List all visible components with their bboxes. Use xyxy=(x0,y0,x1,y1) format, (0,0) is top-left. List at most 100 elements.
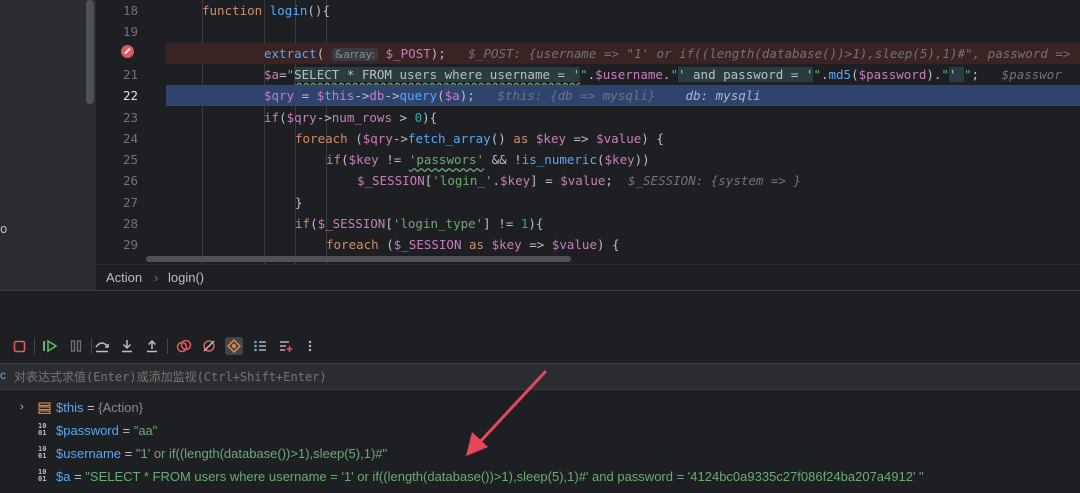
variable: $_SESSION xyxy=(393,237,462,253)
frames-icon[interactable] xyxy=(251,337,269,355)
variable: $value xyxy=(551,237,597,253)
string-literal: 'login_' xyxy=(432,173,493,189)
punctuation: ){ xyxy=(422,109,438,125)
editor-horizontal-scrollbar[interactable] xyxy=(146,256,571,262)
pause-icon[interactable] xyxy=(67,337,85,355)
keyword: as xyxy=(461,237,492,253)
variable: $this xyxy=(316,88,355,104)
variable-equals: = xyxy=(83,400,99,415)
primitive-value-icon: 10 01 xyxy=(38,445,47,460)
parameter-hint: &array: xyxy=(331,47,379,61)
operator: -> xyxy=(354,88,370,104)
sql-fragment: SELECT * FROM users where username = ' xyxy=(294,66,581,82)
code-line-29[interactable]: foreach ($_SESSION as $key => $value) { xyxy=(166,234,1080,255)
sql-fragment: ' xyxy=(948,66,964,82)
operator: -> xyxy=(316,109,332,125)
punctuation: (){ xyxy=(307,3,330,18)
evaluate-expression-input[interactable] xyxy=(14,364,714,390)
keyword: if xyxy=(295,216,311,231)
step-into-icon[interactable] xyxy=(118,337,136,355)
step-out-icon[interactable] xyxy=(143,337,161,355)
code-line-24[interactable]: foreach ($qry->fetch_array() as $key => … xyxy=(166,128,1080,149)
variable: $key xyxy=(535,130,566,146)
line-number: 24 xyxy=(122,130,138,146)
punctuation: ) xyxy=(926,66,934,82)
variable: $qry xyxy=(264,88,295,104)
variable: $value xyxy=(560,173,606,189)
variable-name: $password xyxy=(56,423,119,438)
breadcrumb-method[interactable]: login() xyxy=(168,265,204,291)
punctuation: ) { xyxy=(641,130,664,146)
property: num_rows xyxy=(331,109,392,125)
operator: . xyxy=(492,173,501,189)
mute-breakpoints-icon[interactable] xyxy=(200,337,218,355)
code-line-18[interactable]: function login(){ xyxy=(166,0,1080,21)
variable: $a xyxy=(264,66,280,82)
code-line-28[interactable]: if($_SESSION['login_type'] != 1){ xyxy=(166,213,1080,234)
gutter[interactable]: 18 19 21 22 23 24 25 26 27 28 29 xyxy=(96,0,166,264)
operator: > xyxy=(391,109,415,125)
operator: => xyxy=(521,237,552,253)
expand-chevron-icon[interactable]: › xyxy=(20,396,24,419)
keyword: foreach xyxy=(295,130,348,146)
line-number: 22 xyxy=(122,88,138,104)
add-watch-icon[interactable] xyxy=(277,337,295,355)
code-editor[interactable]: 18 19 21 22 23 24 25 26 27 28 29 functio… xyxy=(96,0,1080,264)
line-number: 19 xyxy=(122,24,138,40)
string-quote: " xyxy=(286,66,295,82)
punctuation: [ xyxy=(385,216,393,231)
stop-icon[interactable] xyxy=(10,337,28,355)
operator: => xyxy=(566,130,597,146)
show-execution-point-icon[interactable] xyxy=(225,337,243,355)
breadcrumb-class[interactable]: Action xyxy=(106,265,142,291)
variable-text: $this = {Action} xyxy=(56,396,143,419)
breakpoint-icon[interactable] xyxy=(121,45,134,58)
string-quote: " xyxy=(670,66,678,82)
code-line-25[interactable]: if($key != 'passwors' && !is_numeric($ke… xyxy=(166,149,1080,170)
variable: $_POST xyxy=(385,45,431,61)
variable: $username xyxy=(595,66,663,82)
more-icon[interactable] xyxy=(301,337,319,355)
inline-debug-value: $passwor xyxy=(1001,66,1062,82)
line-number: 28 xyxy=(122,216,138,231)
line-number: 21 xyxy=(122,66,138,82)
keyword: function xyxy=(202,3,263,18)
variable-equals: = xyxy=(118,423,134,438)
punctuation: ( xyxy=(316,45,325,61)
string-literal: 'login_type' xyxy=(392,216,484,231)
keyword: foreach xyxy=(326,237,379,253)
punctuation: ); xyxy=(430,45,446,61)
code-line-27[interactable]: } xyxy=(166,192,1080,213)
number: 0 xyxy=(414,109,423,125)
project-panel-scrollbar[interactable] xyxy=(86,0,94,104)
variable-name: $username xyxy=(56,446,122,461)
view-breakpoints-icon[interactable] xyxy=(175,337,193,355)
code-line-26[interactable]: $_SESSION['login_'.$key] = $value; $_SES… xyxy=(166,170,1080,191)
function-name: fetch_array xyxy=(407,130,491,146)
string-quote: " xyxy=(580,66,588,82)
operator: != xyxy=(490,216,521,231)
code-line-23[interactable]: if($qry->num_rows > 0){ xyxy=(166,107,1080,128)
inline-debug-value: $_POST: {username => "1' or if((length(d… xyxy=(468,45,1071,61)
variable-value: "SELECT * FROM users where username = '1… xyxy=(85,469,924,484)
string-quote: " xyxy=(964,66,972,82)
variable-type: {Action} xyxy=(98,400,144,415)
breadcrumb-separator: › xyxy=(154,270,159,285)
toolbar-separator xyxy=(167,338,168,354)
punctuation: ){ xyxy=(528,216,544,231)
keyword: if xyxy=(264,109,280,125)
code-line-20[interactable]: extract( &array: $_POST); $_POST: {usern… xyxy=(166,42,1080,64)
debug-toolbar xyxy=(0,328,1080,364)
resume-icon[interactable] xyxy=(41,337,59,355)
step-over-icon[interactable] xyxy=(93,337,111,355)
function-name: login xyxy=(269,3,308,18)
variable-value: "aa" xyxy=(133,423,158,438)
code-line-21[interactable]: $a="SELECT * FROM users where username =… xyxy=(166,64,1080,85)
punctuation: ( xyxy=(347,130,363,146)
punctuation: ] = xyxy=(530,173,561,189)
operator: = xyxy=(279,66,287,82)
line-number: 18 xyxy=(122,3,138,18)
punctuation: ); xyxy=(459,88,475,104)
code-line-22[interactable]: $qry = $this->db->query($a); $this: {db … xyxy=(166,85,1080,107)
line-number: 23 xyxy=(122,109,138,125)
